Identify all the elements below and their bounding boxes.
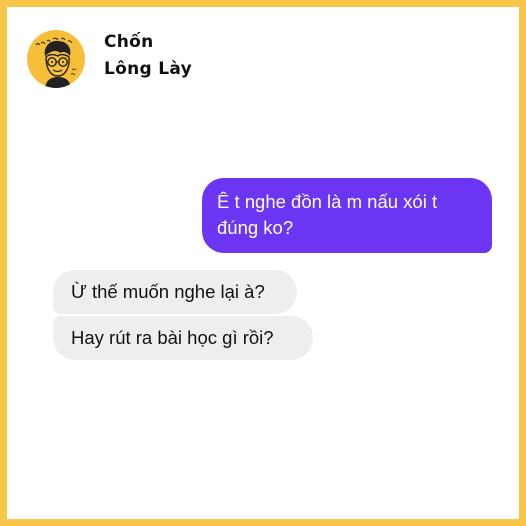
- sent-message-bubble: Ê t nghe đồn là m nấu xói t đúng ko?: [202, 178, 492, 253]
- message-text: Hay rút ra bài học gì rồi?: [71, 327, 274, 348]
- brand-name-line1: Chốn: [104, 32, 154, 52]
- cartoon-face-icon: [35, 37, 77, 88]
- message-text: Ê t nghe đồn là m nấu xói t đúng ko?: [217, 191, 438, 238]
- received-message-bubble: Ừ thế muốn nghe lại à?: [53, 270, 297, 314]
- brand-logo-avatar: [27, 30, 85, 88]
- received-message-bubble: Hay rút ra bài học gì rồi?: [53, 316, 313, 360]
- brand-name-line2: Lông Lày: [104, 59, 192, 79]
- brand-name: Chốn Lông Lày: [104, 29, 192, 83]
- message-text: Ừ thế muốn nghe lại à?: [71, 281, 265, 302]
- post-frame: Chốn Lông Lày Ê t nghe đồn là m nấu xói …: [0, 0, 526, 526]
